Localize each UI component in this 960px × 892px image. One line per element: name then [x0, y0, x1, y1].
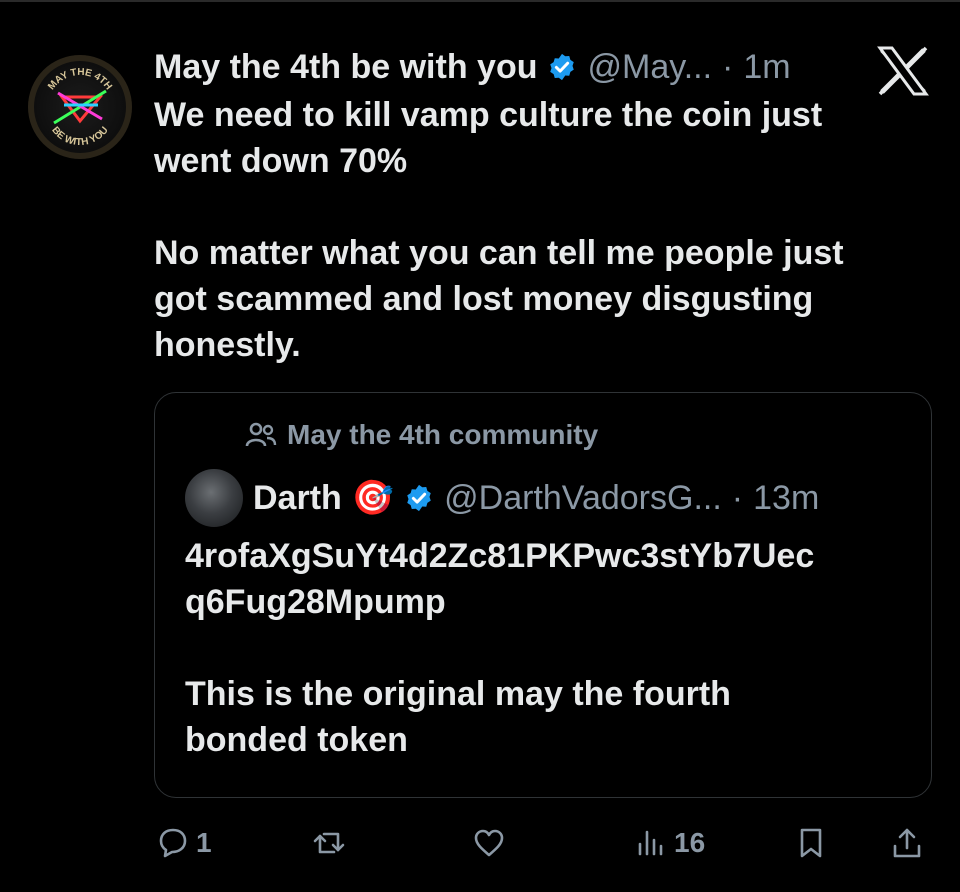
- tweet-text-line: went down 70%: [154, 142, 408, 180]
- views-count: 16: [674, 827, 706, 858]
- share-icon: [893, 828, 921, 858]
- action-bar: 1 16: [0, 818, 960, 878]
- quoted-author-avatar[interactable]: [185, 469, 243, 527]
- tweet-header: May the 4th be with you @May... · 1m: [154, 44, 791, 90]
- tweet-text-line: honestly.: [154, 326, 301, 364]
- quoted-text-line: bonded token: [185, 721, 408, 759]
- quoted-timestamp[interactable]: 13m: [753, 479, 819, 518]
- separator-dot: ·: [731, 478, 744, 517]
- author-handle[interactable]: @May...: [587, 48, 712, 87]
- like-button[interactable]: [472, 826, 506, 860]
- tweet-text-line: got scammed and lost money disgusting: [154, 280, 814, 318]
- quoted-text-line: q6Fug28Mpump: [185, 583, 446, 621]
- heart-icon: [474, 829, 504, 857]
- bookmark-icon: [800, 828, 822, 858]
- reply-button[interactable]: 1: [156, 826, 212, 860]
- svg-text:BE WITH YOU: BE WITH YOU: [49, 125, 110, 148]
- tweet-body: We need to kill vamp culture the coin ju…: [154, 92, 934, 368]
- quoted-tweet[interactable]: May the 4th community Darth 🎯 @DarthVado…: [154, 392, 932, 798]
- separator-dot: ·: [722, 47, 734, 86]
- x-logo-icon[interactable]: [876, 44, 930, 98]
- tweet-text-line: We need to kill vamp culture the coin ju…: [154, 96, 823, 134]
- community-icon: [245, 422, 277, 447]
- quoted-tweet-header: Darth 🎯 @DarthVadorsG... · 13m: [185, 469, 819, 527]
- reply-icon: [159, 828, 187, 858]
- repost-icon: [313, 832, 345, 854]
- top-divider: [0, 0, 960, 2]
- views-icon: [638, 830, 663, 856]
- author-name[interactable]: May the 4th be with you: [154, 48, 537, 87]
- repost-button[interactable]: [312, 826, 346, 860]
- may-the-4th-logo-icon: MAY THE 4TH BE WITH YOU: [46, 67, 114, 148]
- target-emoji-icon: 🎯: [351, 479, 395, 517]
- tweet-text-line: No matter what you can tell me people ju…: [154, 234, 844, 272]
- quoted-text-line: 4rofaXgSuYt4d2Zc81PKPwc3stYb7Uec: [185, 537, 815, 575]
- views-button[interactable]: 16: [634, 826, 705, 860]
- verified-badge-icon: [550, 53, 575, 81]
- quoted-author-name[interactable]: Darth: [253, 479, 342, 518]
- quoted-tweet-body: 4rofaXgSuYt4d2Zc81PKPwc3stYb7Uec q6Fug28…: [185, 533, 905, 763]
- timestamp[interactable]: 1m: [743, 48, 790, 87]
- quoted-author-handle[interactable]: @DarthVadorsG...: [444, 479, 722, 518]
- bookmark-button[interactable]: [794, 826, 828, 860]
- community-label[interactable]: May the 4th community: [245, 419, 598, 451]
- verified-badge-icon: [407, 484, 431, 512]
- community-name: May the 4th community: [287, 419, 599, 450]
- quoted-text-line: This is the original may the fourth: [185, 675, 731, 713]
- share-button[interactable]: [890, 826, 924, 860]
- author-avatar[interactable]: MAY THE 4TH BE WITH YOU: [28, 55, 132, 159]
- svg-text:MAY THE 4TH: MAY THE 4TH: [46, 67, 114, 92]
- reply-count: 1: [196, 827, 212, 858]
